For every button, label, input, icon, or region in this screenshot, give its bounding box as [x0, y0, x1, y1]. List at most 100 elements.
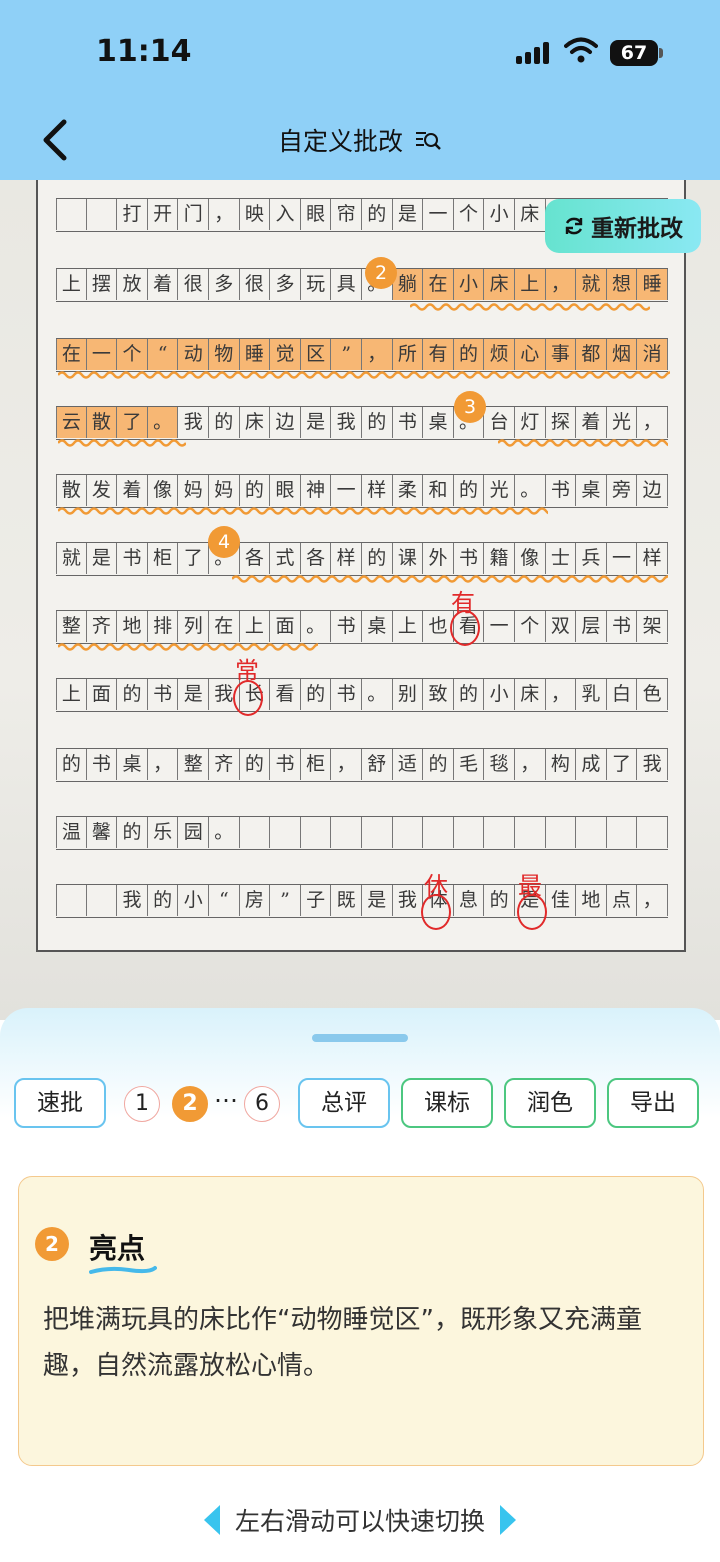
essay-cell: 列: [178, 611, 210, 642]
essay-cell: 一: [331, 475, 362, 506]
essay-cell: 个: [454, 199, 485, 230]
cellular-signal-icon: [516, 42, 552, 64]
essay-cell: 白: [607, 679, 638, 710]
essay-cell: 籍: [484, 543, 515, 574]
essay-cell: [270, 817, 301, 848]
essay-cell: 开: [148, 199, 179, 230]
essay-cell: [393, 817, 424, 848]
essay-cell: 子: [301, 885, 332, 916]
essay-cell: 的: [484, 885, 515, 916]
essay-cell: 书: [148, 679, 179, 710]
wavy-underline: [232, 575, 668, 583]
essay-cell: 一: [423, 199, 454, 230]
essay-cell: 云: [56, 407, 87, 438]
essay-cell: 睡: [239, 339, 271, 370]
error-circle: [450, 610, 480, 646]
essay-cell: 温: [56, 817, 87, 848]
essay-cell: [454, 817, 485, 848]
essay-row: 整齐地排列在上面。书桌上也看一个双层书架: [56, 610, 668, 644]
wavy-underline: [410, 303, 650, 311]
essay-cell: 床: [484, 269, 515, 300]
polish-button[interactable]: 润色: [504, 1078, 596, 1128]
essay-cell: ，: [637, 885, 668, 916]
standard-button[interactable]: 课标: [401, 1078, 493, 1128]
essay-cell: 探: [546, 407, 577, 438]
annotation-badge[interactable]: 4: [208, 526, 240, 558]
arrow-left-icon[interactable]: [203, 1505, 220, 1535]
essay-cell: 着: [576, 407, 607, 438]
essay-cell: 摆: [87, 269, 118, 300]
essay-cell: ，: [545, 269, 577, 300]
essay-cell: [546, 817, 577, 848]
essay-cell: 和: [423, 475, 454, 506]
essay-cell: 是: [87, 543, 118, 574]
essay-cell: 。: [515, 475, 546, 506]
essay-cell: 在: [56, 339, 87, 370]
essay-cell: [87, 885, 118, 916]
essay-cell: 着: [148, 269, 179, 300]
essay-cell: 的: [148, 885, 179, 916]
essay-cell: [423, 817, 454, 848]
card-title: 亮点: [89, 1232, 146, 1265]
essay-cell: [56, 885, 87, 916]
essay-cell: 的: [454, 679, 485, 710]
page-ellipsis: …: [214, 1080, 238, 1108]
essay-cell: 躺: [392, 269, 424, 300]
essay-cell: 柜: [148, 543, 179, 574]
essay-cell: 地: [576, 885, 607, 916]
essay-cell: 烟: [606, 339, 638, 370]
page-6-button[interactable]: 6: [244, 1086, 280, 1122]
status-time: 11:14: [96, 34, 192, 69]
essay-row: 的书桌，整齐的书柜，舒适的毛毯，构成了我: [56, 748, 668, 782]
toolbar: 速批 1 2 … 6 总评 课标 润色 导出: [14, 1078, 706, 1128]
essay-row: 温馨的乐园。: [56, 816, 668, 850]
essay-cell: 看: [270, 679, 301, 710]
swipe-hint-text: 左右滑动可以快速切换: [234, 1507, 485, 1536]
drag-handle[interactable]: [312, 1034, 408, 1042]
essay-cell: 是: [301, 407, 332, 438]
essay-cell: 旁: [607, 475, 638, 506]
essay-cell: 双: [546, 611, 577, 642]
essay-cell: 边: [637, 475, 668, 506]
essay-cell: 帘: [331, 199, 362, 230]
essay-cell: [87, 199, 118, 230]
essay-cell: 佳: [546, 885, 577, 916]
page-1-button[interactable]: 1: [124, 1086, 160, 1122]
essay-cell: 课: [393, 543, 424, 574]
essay-cell: 成: [576, 749, 607, 780]
page-2-button[interactable]: 2: [172, 1086, 208, 1122]
regrade-button[interactable]: 重新批改: [545, 199, 701, 253]
essay-cell: 毯: [484, 749, 515, 780]
essay-cell: 发: [87, 475, 118, 506]
summary-button[interactable]: 总评: [298, 1078, 390, 1128]
essay-cell: 的: [454, 475, 485, 506]
arrow-right-icon[interactable]: [500, 1505, 517, 1535]
essay-cell: 小: [178, 885, 210, 916]
essay-cell: 排: [148, 611, 179, 642]
essay-cell: 整: [178, 749, 210, 780]
essay-cell: 是: [393, 199, 424, 230]
essay-cell: 毛: [454, 749, 485, 780]
essay-cell: 具: [331, 269, 362, 300]
essay-cell: 。: [209, 817, 240, 848]
annotation-badge[interactable]: 2: [365, 257, 397, 289]
title-underline: [89, 1266, 157, 1274]
export-button[interactable]: 导出: [607, 1078, 699, 1128]
essay-cell: 眼: [301, 199, 332, 230]
essay-cell: 各: [301, 543, 332, 574]
annotation-badge[interactable]: 3: [454, 391, 486, 423]
essay-cell: 映: [240, 199, 271, 230]
essay-cell: 着: [117, 475, 148, 506]
essay-cell: 想: [606, 269, 638, 300]
essay-cell: 上: [240, 611, 271, 642]
essay-cell: 兵: [576, 543, 607, 574]
essay-cell: 我: [178, 407, 210, 438]
essay-cell: 的: [240, 475, 271, 506]
essay-cell: ，: [148, 749, 179, 780]
quick-grade-button[interactable]: 速批: [14, 1078, 106, 1128]
wavy-underline: [58, 371, 670, 379]
essay-cell: 齐: [87, 611, 118, 642]
search-list-icon[interactable]: [414, 126, 442, 154]
essay-cell: 事: [545, 339, 577, 370]
essay-cell: 就: [576, 269, 607, 300]
